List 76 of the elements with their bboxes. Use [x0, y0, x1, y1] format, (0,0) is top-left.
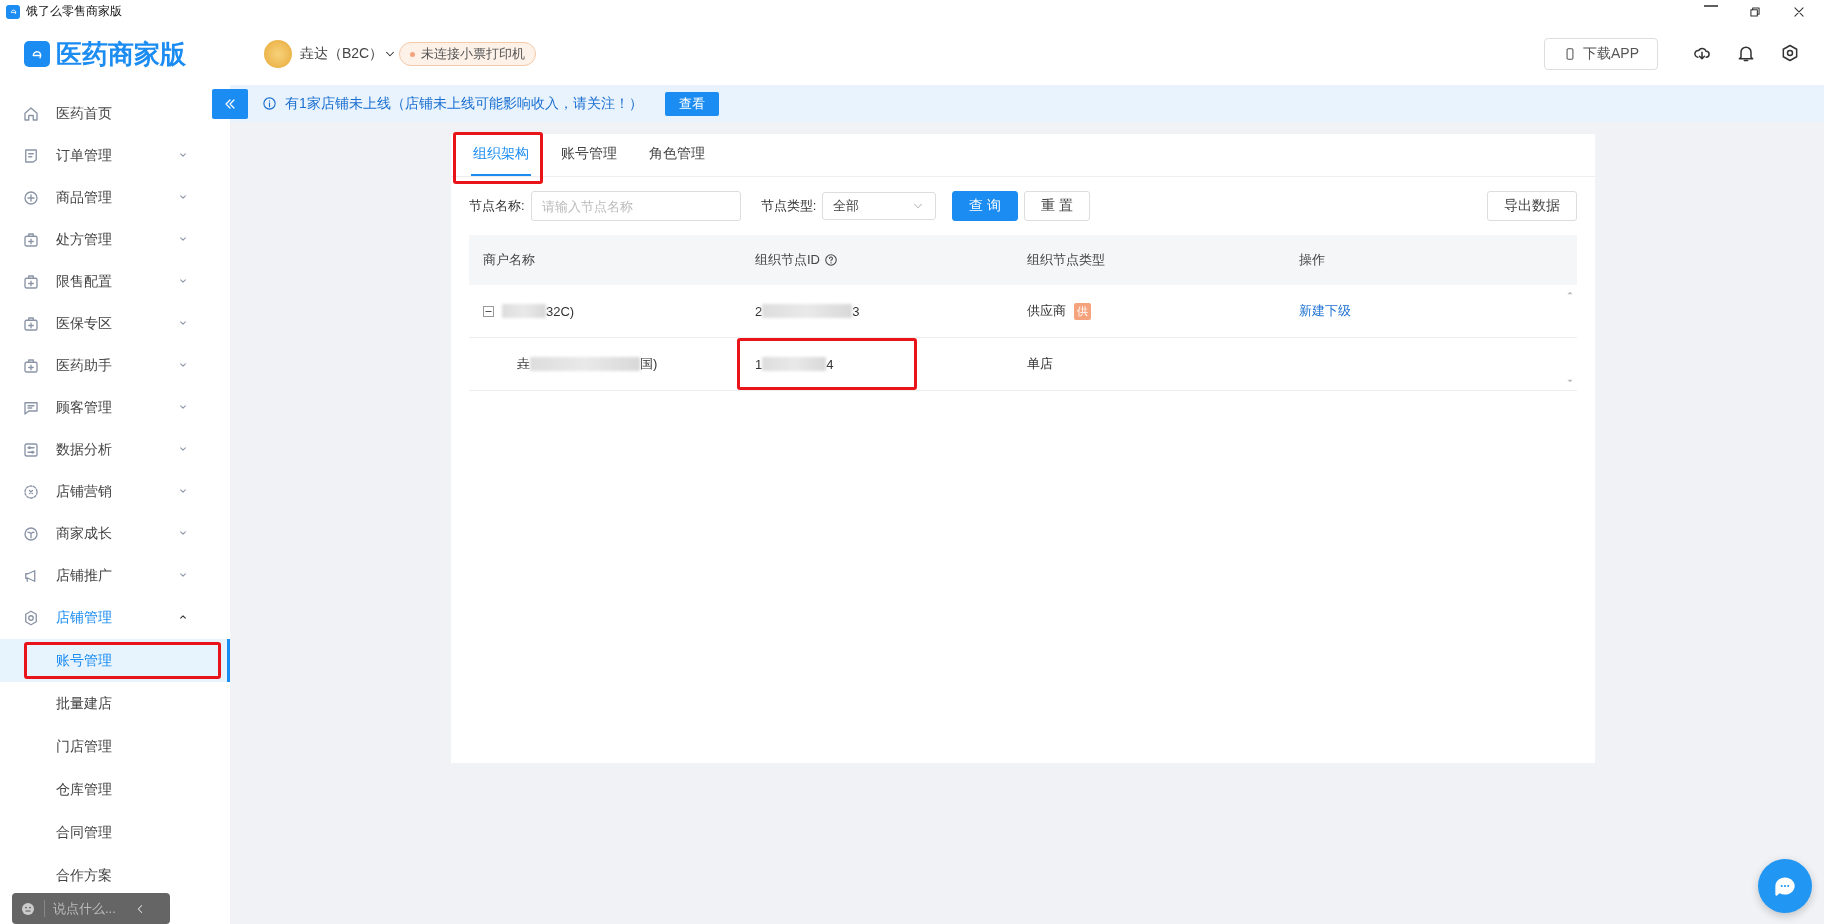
- chat-button[interactable]: [1758, 859, 1812, 913]
- node-id: 3: [852, 303, 860, 319]
- sidebar-subitem[interactable]: 合同管理: [0, 811, 230, 854]
- node-name-field[interactable]: 请输入节点名称: [530, 191, 741, 221]
- home-icon: [22, 105, 40, 123]
- sidebar-item[interactable]: 医药助手: [0, 345, 210, 387]
- message-icon: [22, 399, 40, 417]
- medical-kit-icon: [22, 231, 40, 249]
- merchant-name: 国): [640, 355, 658, 373]
- close-icon: [1792, 4, 1806, 19]
- sidebar-item[interactable]: 医保专区: [0, 303, 210, 345]
- tab[interactable]: 账号管理: [559, 134, 619, 176]
- field-label: 节点类型:: [760, 197, 817, 215]
- gear-icon: [22, 609, 40, 627]
- create-child-link[interactable]: 新建下级: [1299, 302, 1351, 320]
- restore-icon: [1748, 4, 1762, 19]
- store-name[interactable]: 垚达（B2C）: [300, 45, 384, 63]
- column-header: 组织节点类型: [1027, 251, 1105, 269]
- collapse-toggle[interactable]: [483, 305, 494, 317]
- sidebar-item[interactable]: 限售配置: [0, 261, 210, 303]
- column-header: 操作: [1299, 251, 1325, 269]
- node-type-dropdown[interactable]: 全部: [822, 192, 937, 220]
- medical-kit-icon: [22, 273, 40, 291]
- sidebar-item[interactable]: 数据分析: [0, 429, 210, 471]
- scroll-up-icon: [1566, 289, 1574, 297]
- sidebar-item[interactable]: 店铺管理: [0, 597, 210, 639]
- smiley-icon: [20, 900, 36, 917]
- sidebar-item[interactable]: 医药首页: [0, 93, 210, 135]
- column-header: 商户名称: [483, 251, 535, 269]
- blurred-text: [502, 304, 546, 318]
- sidebar-item[interactable]: 顾客管理: [0, 387, 210, 429]
- field-label: 节点名称:: [469, 197, 525, 215]
- sliders-icon: [22, 441, 40, 459]
- sidebar-subitem[interactable]: 仓库管理: [0, 768, 230, 811]
- node-id: 2: [755, 303, 763, 319]
- chat-input-bar[interactable]: 说点什么...: [12, 893, 170, 924]
- minimize-icon[interactable]: [1704, 4, 1718, 7]
- settings-icon: [1780, 42, 1800, 63]
- phone-icon: [1563, 47, 1577, 61]
- avatar: [264, 40, 292, 68]
- sidebar-item[interactable]: 订单管理: [0, 135, 210, 177]
- sidebar-subitem[interactable]: 批量建店: [0, 682, 230, 725]
- type-tag: 供: [1074, 302, 1091, 320]
- blurred-text: [762, 357, 827, 371]
- sidebar-item[interactable]: 店铺推广: [0, 555, 210, 597]
- printer-status-badge: 未连接小票打印机: [399, 42, 537, 66]
- node-id: 4: [826, 356, 834, 372]
- tab[interactable]: 组织架构: [471, 134, 531, 176]
- sidebar-item[interactable]: 商品管理: [0, 177, 210, 219]
- reset-button[interactable]: 重 置: [1024, 191, 1091, 221]
- node-id: 1: [755, 356, 763, 372]
- sidebar-item[interactable]: 商家成长: [0, 513, 210, 555]
- export-button[interactable]: 导出数据: [1487, 191, 1577, 221]
- receipt-icon: [22, 147, 40, 165]
- column-header: 组织节点ID: [755, 251, 820, 269]
- medical-kit-icon: [22, 315, 40, 333]
- sidebar-subitem[interactable]: 门店管理: [0, 725, 230, 768]
- node-type: 单店: [1027, 355, 1053, 373]
- download-app-button[interactable]: 下载APP: [1544, 38, 1658, 70]
- chat-input[interactable]: 说点什么...: [44, 900, 125, 917]
- merchant-name: 垚: [517, 355, 530, 373]
- info-icon: [262, 96, 277, 111]
- discount-badge-icon: [22, 483, 40, 501]
- node-type: 供应商: [1027, 302, 1066, 320]
- scroll-down-icon: [1566, 377, 1574, 385]
- sidebar-item[interactable]: 处方管理: [0, 219, 210, 261]
- logo-text: 医药商家版: [56, 37, 186, 71]
- window-title: 饿了么零售商家版: [26, 3, 122, 20]
- sprout-icon: [22, 525, 40, 543]
- plus-circle-icon: [22, 189, 40, 207]
- medical-kit-icon: [22, 357, 40, 375]
- sidebar-item[interactable]: 店铺营销: [0, 471, 210, 513]
- merchant-name: 32C): [546, 303, 575, 319]
- tab[interactable]: 角色管理: [647, 134, 707, 176]
- notice-text: 有1家店铺未上线（店铺未上线可能影响收入，请关注！）: [285, 94, 643, 113]
- collapse-sidebar-button[interactable]: [212, 88, 248, 119]
